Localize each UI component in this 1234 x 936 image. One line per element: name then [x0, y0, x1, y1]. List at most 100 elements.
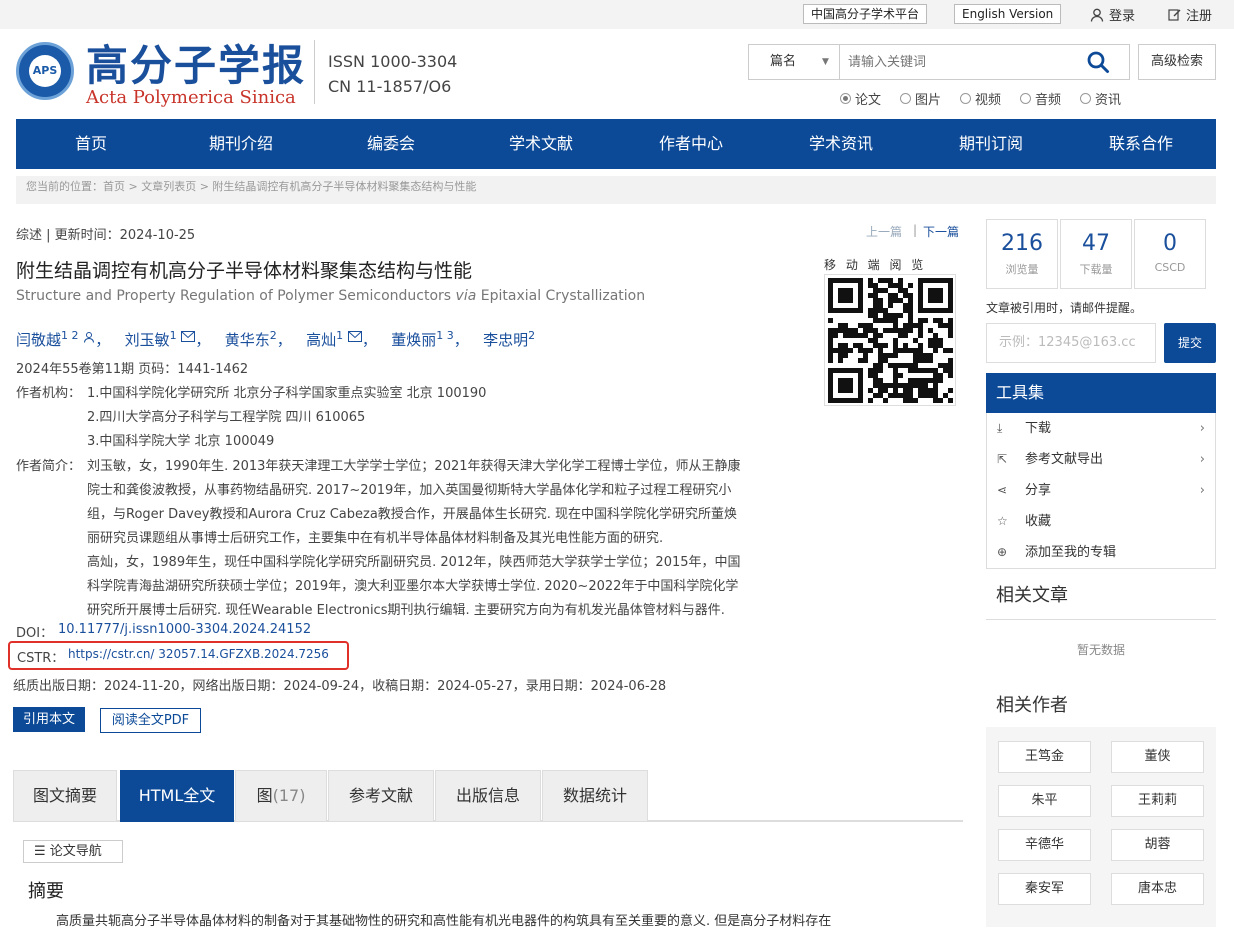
paper-nav-button[interactable]: ☰ 论文导航 [23, 840, 123, 863]
paper-nav-label: 论文导航 [49, 844, 102, 859]
affiliation-1: 1.中国科学院化学研究所 北京分子科学国家重点实验室 北京 100190 [87, 386, 487, 401]
affiliation-2: 2.四川大学高分子科学与工程学院 四川 610065 [87, 410, 366, 425]
english-version-link[interactable]: English Version [954, 4, 1062, 24]
tool-share[interactable]: ⋖ 分享 › [987, 475, 1215, 506]
bio-line: 高灿，女，1989年生，现任中国科学院化学研究所副研究员. 2012年，陕西师范… [87, 555, 741, 570]
tab-graphic-abstract[interactable]: 图文摘要 [13, 770, 117, 822]
author-affiliation-sup: 1 [169, 329, 177, 342]
logo-divider [314, 40, 315, 104]
radio-icon [1020, 93, 1031, 104]
author-comma: ， [195, 331, 220, 349]
doi-label: DOI： [16, 626, 54, 641]
nav-academic-news[interactable]: 学术资讯 [766, 119, 916, 169]
bio-line: 组，与Roger Davey教授和Aurora Cruz Cabeza教授合作，… [87, 507, 738, 522]
related-articles-title: 相关文章 [996, 585, 1068, 606]
bio-line: 刘玉敏，女，1990年生. 2013年获天津理工大学学士学位；2021年获得天津… [87, 459, 741, 474]
nav-home[interactable]: 首页 [16, 119, 166, 169]
stat-label: 下载量 [1079, 263, 1113, 276]
radio-selected-icon [840, 93, 851, 104]
related-author[interactable]: 董侠 [1111, 741, 1204, 773]
tool-label: 添加至我的专辑 [1025, 545, 1117, 560]
read-pdf-button[interactable]: 阅读全文PDF [100, 708, 201, 733]
tool-download[interactable]: ⤓ 下载 › [987, 413, 1215, 444]
journal-logo-cn[interactable]: 高分子学报 [86, 32, 306, 93]
search-type-news[interactable]: 资讯 [1080, 89, 1121, 108]
nav-author-center[interactable]: 作者中心 [616, 119, 766, 169]
related-author[interactable]: 辛德华 [998, 829, 1091, 861]
chevron-right-icon: › [1199, 421, 1205, 436]
radio-label: 视频 [975, 93, 1002, 108]
user-icon [1090, 8, 1104, 22]
related-author[interactable]: 胡蓉 [1111, 829, 1204, 861]
related-author[interactable]: 唐本忠 [1111, 873, 1204, 905]
email-input[interactable]: 示例：12345@163.cc [986, 323, 1156, 363]
search-type-audio[interactable]: 音频 [1020, 89, 1061, 108]
author-link[interactable]: 高灿 [306, 331, 336, 349]
related-author[interactable]: 朱平 [998, 785, 1091, 817]
tab-references[interactable]: 参考文献 [328, 770, 434, 822]
search-input[interactable] [848, 45, 1078, 79]
email-submit-button[interactable]: 提交 [1164, 323, 1216, 363]
article-title-en: Structure and Property Regulation of Pol… [16, 288, 645, 304]
nav-academic-literature[interactable]: 学术文献 [466, 119, 616, 169]
cstr-label: CSTR： [17, 651, 65, 666]
radio-icon [960, 93, 971, 104]
related-author[interactable]: 王笃金 [998, 741, 1091, 773]
nav-subscription[interactable]: 期刊订阅 [916, 119, 1066, 169]
search-type-image[interactable]: 图片 [900, 89, 941, 108]
author-link[interactable]: 李忠明 [483, 331, 528, 349]
tool-favorite[interactable]: ☆ 收藏 [987, 506, 1215, 537]
cstr-link[interactable]: https://cstr.cn/ 32057.14.GFZXB.2024.725… [68, 647, 329, 661]
radio-icon [1080, 93, 1091, 104]
prev-next-separator: | [913, 223, 918, 237]
cite-article-button[interactable]: 引用本文 [13, 707, 85, 732]
tab-statistics[interactable]: 数据统计 [542, 770, 648, 822]
platform-link[interactable]: 中国高分子学术平台 [803, 4, 928, 24]
related-articles-empty: 暂无数据 [1077, 643, 1126, 657]
main-nav: 首页 期刊介绍 编委会 学术文献 作者中心 学术资讯 期刊订阅 联系合作 [16, 119, 1216, 169]
related-author[interactable]: 秦安军 [998, 873, 1091, 905]
article-meta: 综述 | 更新时间：2024-10-25 [16, 228, 196, 243]
person-icon[interactable] [83, 331, 95, 343]
search-type-video[interactable]: 视频 [960, 89, 1001, 108]
search-field-select[interactable]: 篇名 ▼ [749, 45, 840, 79]
nav-journal-intro[interactable]: 期刊介绍 [166, 119, 316, 169]
export-icon: ⇱ [997, 452, 1008, 466]
radio-label: 论文 [855, 93, 882, 108]
chevron-right-icon: › [1199, 452, 1205, 467]
publication-dates: 纸质出版日期：2024-11-20，网络出版日期：2024-09-24，收稿日期… [13, 679, 667, 694]
advanced-search-button[interactable]: 高级检索 [1138, 44, 1216, 80]
search-type-paper[interactable]: 论文 [840, 89, 881, 108]
prev-article-link[interactable]: 上一篇 [866, 223, 902, 240]
tools-list: ⤓ 下载 › ⇱ 参考文献导出 › ⋖ 分享 › ☆ 收藏 ⊕ 添加至我的专辑 [986, 413, 1216, 569]
next-article-link[interactable]: 下一篇 [923, 223, 959, 240]
login-link[interactable]: 登录 [1090, 5, 1135, 24]
affiliation-label: 作者机构： [16, 386, 82, 401]
nav-contact[interactable]: 联系合作 [1066, 119, 1216, 169]
tool-label: 下载 [1025, 421, 1052, 436]
nav-editorial-board[interactable]: 编委会 [316, 119, 466, 169]
author-link[interactable]: 刘玉敏 [125, 331, 170, 349]
radio-label: 图片 [915, 93, 942, 108]
author-affiliation-sup: 2 [528, 329, 536, 342]
issn-number: ISSN 1000-3304 [328, 52, 458, 71]
tool-add-to-album[interactable]: ⊕ 添加至我的专辑 [987, 537, 1215, 568]
author-link[interactable]: 董焕丽 [391, 331, 436, 349]
volume-info: 2024年55卷第11期 页码：1441-1462 [16, 362, 249, 377]
tab-publication-info[interactable]: 出版信息 [435, 770, 541, 822]
doi-link[interactable]: 10.11777/j.issn1000-3304.2024.24152 [58, 622, 311, 637]
mail-icon[interactable] [347, 331, 362, 342]
mail-icon[interactable] [181, 331, 196, 342]
tab-figures[interactable]: 图(17) [235, 770, 327, 822]
bio-label: 作者简介： [16, 459, 82, 474]
search-icon[interactable] [1086, 50, 1110, 74]
author-affiliation-sup: 1 2 [61, 329, 79, 342]
author-link[interactable]: 黄华东 [225, 331, 270, 349]
tool-export-references[interactable]: ⇱ 参考文献导出 › [987, 444, 1215, 475]
author-link[interactable]: 闫敬越 [16, 331, 61, 349]
related-author[interactable]: 王莉莉 [1111, 785, 1204, 817]
add-circle-icon: ⊕ [997, 545, 1008, 559]
register-link[interactable]: 注册 [1168, 5, 1212, 24]
tab-html-fulltext[interactable]: HTML全文 [120, 770, 234, 822]
breadcrumb[interactable]: 您当前的位置：首页 > 文章列表页 > 附生结晶调控有机高分子半导体材料聚集态结… [16, 176, 1216, 204]
